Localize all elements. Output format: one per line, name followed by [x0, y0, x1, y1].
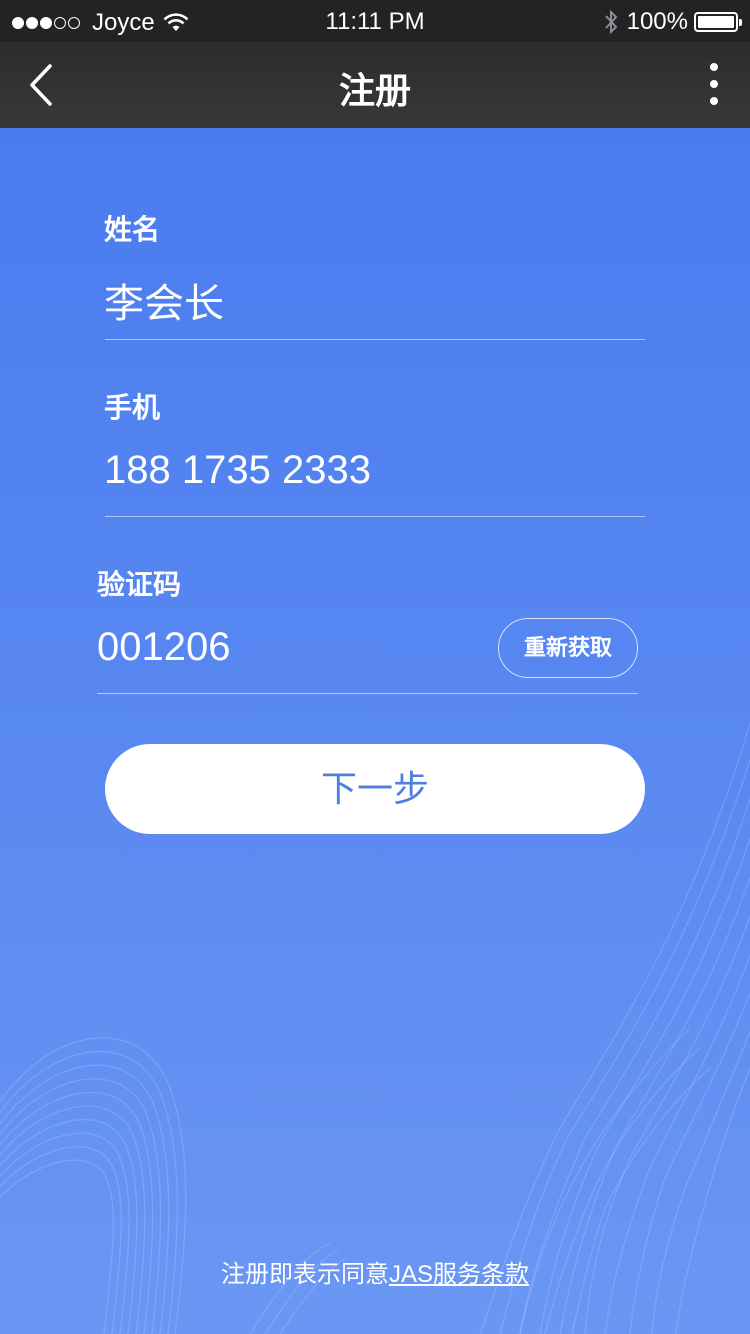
verification-code-input[interactable]: 001206 — [97, 625, 230, 670]
bluetooth-icon — [604, 9, 617, 35]
status-bar: Joyce 11:11 PM 100% — [0, 0, 750, 42]
register-form-area: 姓名 李会长 手机 188 1735 2333 验证码 001206 重新获取 … — [0, 128, 750, 1334]
battery-percentage: 100% — [626, 8, 688, 35]
name-divider — [105, 339, 645, 340]
phone-divider — [105, 516, 645, 517]
terms-notice: 注册即表示同意JAS服务条款 — [0, 1254, 750, 1289]
terms-link[interactable]: JAS服务条款 — [389, 1261, 529, 1288]
resend-code-button[interactable]: 重新获取 — [498, 618, 638, 678]
code-divider — [97, 693, 638, 694]
phone-label: 手机 — [104, 392, 161, 423]
terms-prefix: 注册即表示同意 — [220, 1261, 389, 1288]
phone-input[interactable]: 188 1735 2333 — [104, 448, 371, 493]
more-vertical-icon[interactable] — [702, 62, 726, 108]
next-step-button[interactable]: 下一步 — [105, 744, 645, 834]
code-label: 验证码 — [97, 569, 182, 600]
navigation-bar: 注册 — [0, 42, 750, 128]
battery-icon — [694, 12, 742, 32]
name-input[interactable]: 李会长 — [104, 271, 224, 329]
name-label: 姓名 — [104, 214, 161, 245]
page-title: 注册 — [338, 70, 411, 111]
status-right: 100% — [603, 8, 742, 36]
